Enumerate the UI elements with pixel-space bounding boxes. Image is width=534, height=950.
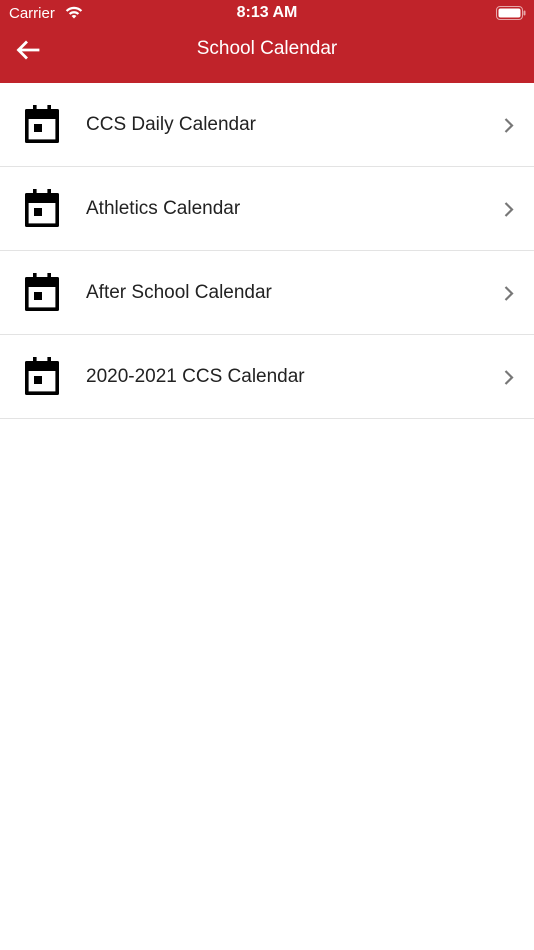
calendar-icon xyxy=(25,357,59,395)
list-item-ccs-daily-calendar[interactable]: CCS Daily Calendar xyxy=(0,83,534,167)
chevron-right-icon xyxy=(504,202,514,217)
list-item-label: After School Calendar xyxy=(86,282,272,303)
nav-bar: School Calendar xyxy=(0,28,534,83)
calendar-icon xyxy=(25,105,59,143)
chevron-right-icon xyxy=(504,370,514,385)
list-item-2020-2021-ccs-calendar[interactable]: 2020-2021 CCS Calendar xyxy=(0,335,534,419)
app-header: Carrier 8:13 AM School Calendar xyxy=(0,0,534,83)
chevron-right-icon xyxy=(504,118,514,133)
chevron-right-icon xyxy=(504,286,514,301)
calendar-icon xyxy=(25,189,59,227)
list-item-label: CCS Daily Calendar xyxy=(86,114,257,135)
calendar-list: CCS Daily Calendar Athletics Calendar Af… xyxy=(0,83,534,419)
status-time: 8:13 AM xyxy=(236,4,298,21)
list-item-label: Athletics Calendar xyxy=(86,198,241,219)
page-title: School Calendar xyxy=(196,38,338,59)
calendar-icon xyxy=(25,273,59,311)
list-item-label: 2020-2021 CCS Calendar xyxy=(86,366,305,387)
list-item-after-school-calendar[interactable]: After School Calendar xyxy=(0,251,534,335)
status-bar: Carrier 8:13 AM xyxy=(0,0,534,28)
list-item-athletics-calendar[interactable]: Athletics Calendar xyxy=(0,167,534,251)
battery-icon xyxy=(496,6,526,20)
